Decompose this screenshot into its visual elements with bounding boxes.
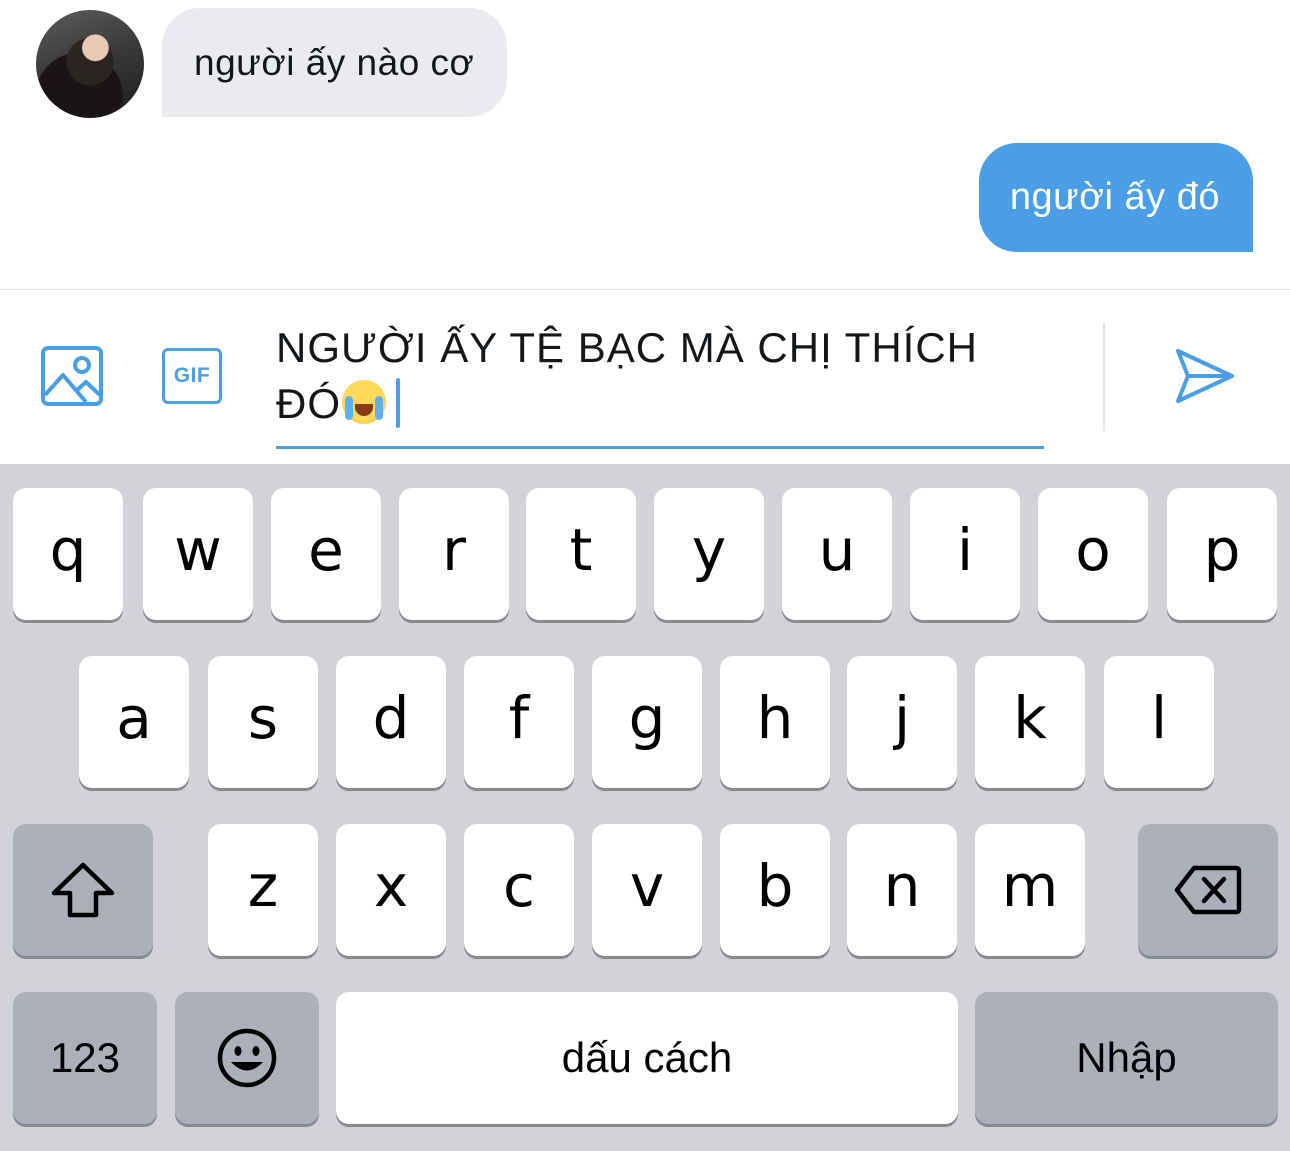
key-k[interactable]: k	[975, 656, 1085, 788]
gif-label: GIF	[173, 364, 211, 387]
image-icon	[41, 346, 103, 406]
key-v[interactable]: v	[592, 824, 702, 956]
key-n[interactable]: n	[847, 824, 957, 956]
key-j[interactable]: j	[847, 656, 957, 788]
key-t[interactable]: t	[526, 488, 636, 620]
numbers-key-label: 123	[49, 1034, 121, 1081]
key-s[interactable]: s	[208, 656, 318, 788]
key-label: w	[174, 516, 222, 584]
backspace-key[interactable]	[1138, 824, 1278, 956]
key-b[interactable]: b	[720, 824, 830, 956]
key-l[interactable]: l	[1104, 656, 1214, 788]
add-image-button[interactable]	[40, 344, 104, 408]
key-r[interactable]: r	[399, 488, 509, 620]
message-input[interactable]: NGƯỜI ẤY TỆ BẠC MÀ CHỊ THÍCH ĐÓ	[276, 320, 1044, 449]
numbers-key[interactable]: 123	[13, 992, 157, 1124]
text-caret	[396, 378, 400, 428]
contact-avatar[interactable]	[36, 10, 144, 118]
return-key[interactable]: Nhập	[975, 992, 1278, 1124]
add-gif-button[interactable]: GIF	[158, 344, 226, 408]
on-screen-keyboard: q w e r t y u i o p a s d f g h j k l z …	[0, 464, 1290, 1151]
key-d[interactable]: d	[336, 656, 446, 788]
key-label: j	[893, 684, 911, 752]
key-o[interactable]: o	[1038, 488, 1148, 620]
incoming-message-text: người ấy nào cơ	[194, 41, 475, 83]
key-q[interactable]: q	[13, 488, 123, 620]
loudly-crying-face-emoji-icon	[342, 380, 386, 424]
key-label: o	[1075, 516, 1111, 584]
key-label: v	[629, 852, 665, 920]
emoji-key[interactable]	[175, 992, 319, 1124]
key-z[interactable]: z	[208, 824, 318, 956]
key-m[interactable]: m	[975, 824, 1085, 956]
key-e[interactable]: e	[271, 488, 381, 620]
send-icon	[1176, 349, 1234, 403]
message-input-text: NGƯỜI ẤY TỆ BẠC MÀ CHỊ THÍCH ĐÓ	[276, 320, 1044, 432]
key-w[interactable]: w	[143, 488, 253, 620]
key-label: y	[691, 516, 727, 584]
key-h[interactable]: h	[720, 656, 830, 788]
backspace-icon	[1174, 865, 1242, 915]
outgoing-message-bubble[interactable]: người ấy đó	[978, 143, 1253, 252]
gif-icon: GIF	[162, 348, 222, 404]
space-key-label: dấu cách	[561, 1034, 733, 1081]
send-button[interactable]	[1168, 342, 1240, 410]
key-i[interactable]: i	[910, 488, 1020, 620]
key-label: f	[508, 684, 530, 752]
key-label: s	[247, 684, 279, 752]
key-label: x	[373, 852, 409, 920]
key-c[interactable]: c	[464, 824, 574, 956]
key-label: q	[49, 516, 87, 584]
key-label: n	[883, 852, 921, 920]
key-label: e	[308, 516, 344, 584]
key-label: t	[569, 516, 593, 584]
composer-separator	[1103, 323, 1105, 431]
emoji-icon	[217, 1028, 277, 1088]
key-label: r	[442, 516, 466, 584]
key-label: b	[756, 852, 794, 920]
key-u[interactable]: u	[782, 488, 892, 620]
key-label: g	[628, 684, 666, 752]
key-g[interactable]: g	[592, 656, 702, 788]
return-key-label: Nhập	[1076, 1034, 1177, 1081]
space-key[interactable]: dấu cách	[336, 992, 958, 1124]
chat-thread: người ấy nào cơ người ấy đó	[0, 0, 1290, 289]
shift-key[interactable]	[13, 824, 153, 956]
key-label: p	[1203, 516, 1241, 584]
key-label: m	[1001, 852, 1059, 920]
key-y[interactable]: y	[654, 488, 764, 620]
key-label: u	[818, 516, 856, 584]
key-a[interactable]: a	[79, 656, 189, 788]
key-f[interactable]: f	[464, 656, 574, 788]
key-label: k	[1013, 684, 1047, 752]
key-label: h	[756, 684, 794, 752]
key-x[interactable]: x	[336, 824, 446, 956]
key-label: z	[247, 852, 279, 920]
key-label: c	[503, 852, 535, 920]
message-composer: GIF NGƯỜI ẤY TỆ BẠC MÀ CHỊ THÍCH ĐÓ	[0, 290, 1290, 464]
key-label: i	[956, 516, 974, 584]
shift-icon	[51, 862, 115, 918]
key-label: d	[372, 684, 410, 752]
incoming-message-bubble[interactable]: người ấy nào cơ	[162, 8, 508, 117]
key-label: l	[1150, 684, 1168, 752]
key-label: a	[116, 684, 152, 752]
key-p[interactable]: p	[1167, 488, 1277, 620]
outgoing-message-text: người ấy đó	[1009, 176, 1220, 218]
